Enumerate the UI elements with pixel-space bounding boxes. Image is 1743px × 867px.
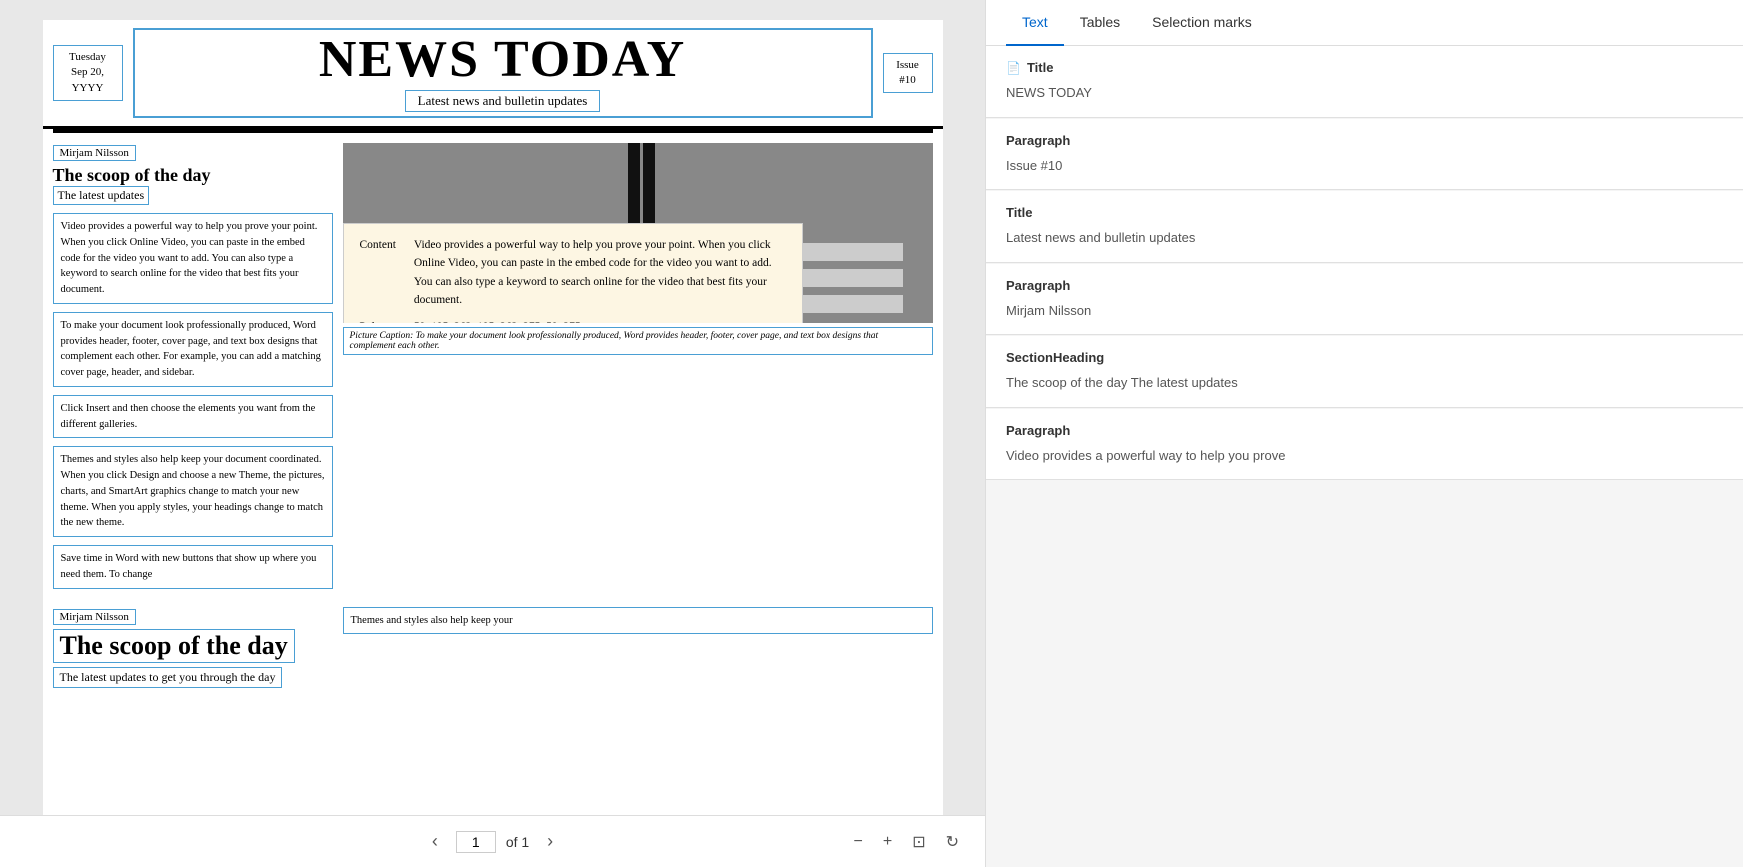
zoom-out-button[interactable]: −: [848, 828, 869, 856]
fit-page-button[interactable]: ⊡: [906, 828, 931, 856]
text-block-2: To make your document look professionall…: [53, 312, 333, 387]
photo-area: Content Video provides a powerful way to…: [343, 143, 933, 323]
date-line1: Tuesday: [69, 51, 106, 63]
result-label-1: Title: [1027, 60, 1054, 75]
newspaper-subtitle: Latest news and bulletin updates: [405, 90, 601, 112]
left-column: Mirjam Nilsson The scoop of the day The …: [53, 143, 333, 597]
page-number-input[interactable]: [456, 831, 496, 853]
result-section-5-header: SectionHeading: [1006, 350, 1723, 365]
pagination-bar: ‹ of 1 › − + ⊡ ↻: [0, 815, 985, 867]
result-label-4: Paragraph: [1006, 278, 1070, 293]
date-line2: Sep 20,: [71, 66, 104, 78]
text-block-5-content: Save time in Word with new buttons that …: [61, 553, 317, 580]
lower-right-text: Themes and styles also help keep your: [343, 607, 933, 635]
text-block-4: Themes and styles also help keep your do…: [53, 446, 333, 537]
tab-text[interactable]: Text: [1006, 0, 1064, 46]
next-page-button[interactable]: ›: [539, 827, 561, 856]
tab-selection-marks-label: Selection marks: [1152, 14, 1252, 30]
tooltip-content-text: Video provides a powerful way to help yo…: [414, 239, 772, 306]
result-section-2-header: Paragraph: [1006, 133, 1723, 148]
result-value-5: The scoop of the day The latest updates: [1006, 373, 1723, 393]
tab-selection-marks[interactable]: Selection marks: [1136, 0, 1268, 46]
result-section-4-header: Paragraph: [1006, 278, 1723, 293]
subheading-box: The latest updates to get you through th…: [53, 667, 283, 688]
content-tooltip: Content Video provides a powerful way to…: [343, 223, 803, 323]
caption-box: Picture Caption: To make your document l…: [343, 327, 933, 355]
date-line3: YYYY: [72, 82, 104, 94]
text-block-4-content: Themes and styles also help keep your do…: [61, 454, 325, 528]
result-value-3: Latest news and bulletin updates: [1006, 228, 1723, 248]
result-value-6: Video provides a powerful way to help yo…: [1006, 446, 1723, 466]
title-icon-1: 📄: [1006, 61, 1021, 75]
lower-right: Themes and styles also help keep your: [343, 607, 933, 694]
result-section-1: 📄 Title NEWS TODAY: [986, 46, 1743, 118]
tab-text-label: Text: [1022, 14, 1048, 30]
section-subheading-top: The latest updates: [53, 186, 150, 205]
text-block-1: Video provides a powerful way to help yo…: [53, 213, 333, 304]
right-column: Content Video provides a powerful way to…: [343, 143, 933, 597]
title-center: NEWS TODAY Latest news and bulletin upda…: [133, 28, 873, 118]
author-box-lower: Mirjam Nilsson: [53, 609, 136, 625]
prev-page-button[interactable]: ‹: [424, 827, 446, 856]
tab-tables[interactable]: Tables: [1064, 0, 1136, 46]
page-of-label: of 1: [506, 834, 529, 850]
tooltip-polygon-label: Polygon: [360, 321, 398, 323]
newspaper-header: Tuesday Sep 20, YYYY NEWS TODAY Latest n…: [43, 20, 943, 129]
tooltip-content-label: Content: [360, 239, 396, 251]
text-block-3-content: Click Insert and then choose the element…: [61, 403, 316, 430]
date-box: Tuesday Sep 20, YYYY: [53, 45, 123, 101]
result-section-1-header: 📄 Title: [1006, 60, 1723, 75]
zoom-controls: − + ⊡ ↻: [848, 828, 966, 856]
result-label-3: Title: [1006, 205, 1033, 220]
text-block-3: Click Insert and then choose the element…: [53, 395, 333, 439]
issue-line1: Issue: [896, 59, 919, 71]
result-section-2: Paragraph Issue #10: [986, 119, 1743, 191]
result-section-4: Paragraph Mirjam Nilsson: [986, 264, 1743, 336]
result-section-3-header: Title: [1006, 205, 1723, 220]
lower-left: Mirjam Nilsson The scoop of the day The …: [53, 607, 333, 694]
result-section-5: SectionHeading The scoop of the day The …: [986, 336, 1743, 408]
section-heading-top: The scoop of the day: [53, 165, 333, 186]
newspaper-title: NEWS TODAY: [145, 34, 861, 86]
right-panel-content[interactable]: 📄 Title NEWS TODAY Paragraph Issue #10 T…: [986, 46, 1743, 867]
text-block-5: Save time in Word with new buttons that …: [53, 545, 333, 589]
result-value-2: Issue #10: [1006, 156, 1723, 176]
document-page[interactable]: Tuesday Sep 20, YYYY NEWS TODAY Latest n…: [0, 0, 985, 815]
newspaper-content: Mirjam Nilsson The scoop of the day The …: [43, 133, 943, 607]
lower-section: Mirjam Nilsson The scoop of the day The …: [43, 607, 943, 704]
newspaper-page: Tuesday Sep 20, YYYY NEWS TODAY Latest n…: [43, 20, 943, 815]
result-section-6: Paragraph Video provides a powerful way …: [986, 409, 1743, 481]
result-section-6-header: Paragraph: [1006, 423, 1723, 438]
document-viewer: Tuesday Sep 20, YYYY NEWS TODAY Latest n…: [0, 0, 985, 867]
result-value-4: Mirjam Nilsson: [1006, 301, 1723, 321]
result-label-6: Paragraph: [1006, 423, 1070, 438]
rotate-button[interactable]: ↻: [940, 828, 965, 856]
author-box-top: Mirjam Nilsson: [53, 145, 136, 161]
issue-box: Issue #10: [883, 53, 933, 94]
right-panel: Text Tables Selection marks 📄 Title NEWS…: [985, 0, 1743, 867]
zoom-in-button[interactable]: +: [877, 828, 898, 856]
result-label-2: Paragraph: [1006, 133, 1070, 148]
issue-line2: #10: [899, 74, 916, 86]
tab-tables-label: Tables: [1080, 14, 1120, 30]
result-label-5: SectionHeading: [1006, 350, 1104, 365]
result-value-1: NEWS TODAY: [1006, 83, 1723, 103]
section-heading-large: The scoop of the day: [53, 629, 295, 663]
text-block-2-content: To make your document look professionall…: [61, 320, 321, 378]
text-block-1-content: Video provides a powerful way to help yo…: [61, 221, 318, 295]
right-panel-tabs: Text Tables Selection marks: [986, 0, 1743, 46]
result-section-3: Title Latest news and bulletin updates: [986, 191, 1743, 263]
tooltip-polygon-text: 59, 195, 262, 195, 262, 275, 59, 275: [414, 321, 581, 323]
